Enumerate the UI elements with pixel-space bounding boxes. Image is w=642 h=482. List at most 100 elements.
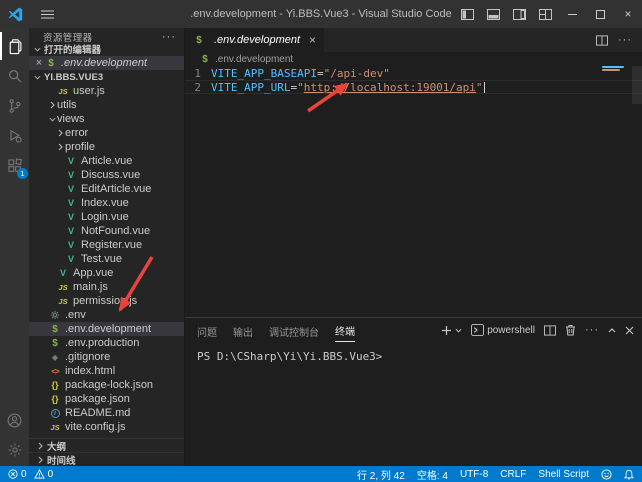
panel-tab[interactable]: 调试控制台 [269,319,319,342]
status-item[interactable]: UTF-8 [460,469,488,480]
open-editor-item[interactable]: × $ .env.development [29,56,184,70]
split-editor-icon[interactable] [596,35,608,46]
tab-env-development[interactable]: $ .env.development × [185,28,324,52]
tree-item-package.json[interactable]: {}package.json [29,392,184,406]
source-control-icon[interactable] [0,94,29,118]
tree-item-index.vue[interactable]: V Index.vue [29,196,184,210]
account-icon[interactable] [0,408,29,432]
tree-item-label: permission.js [73,295,137,307]
project-root-header[interactable]: YI.BBS.VUE3 [29,70,184,84]
toggle-panel-icon[interactable] [480,0,506,28]
tree-item-.gitignore[interactable]: ◆ .gitignore [29,350,184,364]
tree-item-discuss.vue[interactable]: VDiscuss.vue [29,168,184,182]
explorer-icon[interactable] [0,34,29,58]
tree-item-.env[interactable]: .env [29,308,184,322]
panel-tab[interactable]: 输出 [233,319,253,342]
code-line-1[interactable]: 1VITE_APP_BASEAPI="/api-dev" [185,66,642,80]
tree-item-label: Index.vue [81,197,129,209]
vue-file-icon: V [65,184,77,194]
chevron-right-icon [55,143,65,151]
tree-item-test.vue[interactable]: VTest.vue [29,252,184,266]
maximize-panel-icon[interactable] [608,328,616,333]
menu-hamburger-icon[interactable] [30,10,64,19]
title-bar: .env.development - Yi.BBS.Vue3 - Visual … [0,0,642,28]
tree-item-register.vue[interactable]: VRegister.vue [29,238,184,252]
tree-item-readme.md[interactable]: iREADME.md [29,406,184,420]
notifications-bell-icon[interactable] [624,469,634,480]
panel-tab[interactable]: 问题 [197,319,217,342]
tree-item-label: .gitignore [65,351,110,363]
tree-item-main.js[interactable]: JSmain.js [29,280,184,294]
tree-item-app.vue[interactable]: VApp.vue [29,266,184,280]
breadcrumb[interactable]: $ .env.development [185,52,642,66]
tree-item-login.vue[interactable]: VLogin.vue [29,210,184,224]
tree-item-.env.production[interactable]: $.env.production [29,336,184,350]
tree-item-permission.js[interactable]: JSpermission.js [29,294,184,308]
close-editor-icon[interactable]: × [33,57,45,69]
minimize-button[interactable] [558,0,586,28]
tree-item-vite.config.js[interactable]: JSvite.config.js [29,420,184,434]
text-cursor [484,82,485,93]
status-item[interactable]: CRLF [500,469,526,480]
tree-item-profile[interactable]: profile [29,140,184,154]
status-bar: 0 0 行 2, 列 42 空格: 4 UTF-8 CRLF Shell Script [0,466,642,482]
code-token: " [476,81,483,94]
tree-item-utils[interactable]: utils [29,98,184,112]
close-panel-icon[interactable] [625,326,634,335]
tree-item-.env.development[interactable]: $.env.development [29,322,184,336]
close-button[interactable]: × [614,0,642,28]
tree-item-user.js[interactable]: JSuser.js [29,84,184,98]
json-file-icon: {} [49,380,61,390]
tree-item-editarticle.vue[interactable]: V EditArticle.vue [29,182,184,196]
terminal-output[interactable]: PS D:\CSharp\Yi\Yi.BBS.Vue3> [185,342,642,466]
extensions-icon[interactable]: 1 [0,154,29,178]
shellscript-icon: $ [45,58,57,69]
tree-item-views[interactable]: views [29,112,184,126]
tab-close-icon[interactable]: × [309,33,316,47]
timeline-section-header[interactable]: 时间线 [29,452,184,466]
terminal-shell-icon[interactable]: powershell [471,324,535,336]
vue-file-icon: V [65,198,77,208]
open-editors-header[interactable]: 打开的编辑器 [29,42,184,56]
chevron-right-icon [35,442,45,450]
shellscript-icon: $ [49,324,61,335]
sidebar-title-row: 资源管理器 ··· [29,28,184,42]
maximize-button[interactable] [586,0,614,28]
kill-terminal-trash-icon[interactable] [565,324,576,336]
new-terminal-icon[interactable] [441,325,462,336]
outline-section-header[interactable]: 大纲 [29,438,184,452]
tree-item-index.html[interactable]: <>index.html [29,364,184,378]
code-editor[interactable]: 1VITE_APP_BASEAPI="/api-dev"2VITE_APP_UR… [185,66,642,317]
code-line-2[interactable]: 2VITE_APP_URL="http://localhost:19001/ap… [185,80,642,94]
settings-gear-icon[interactable] [0,438,29,462]
feedback-smiley-icon[interactable] [601,469,612,480]
status-item[interactable]: Shell Script [538,469,589,480]
toggle-secondary-sidebar-icon[interactable] [506,0,532,28]
toggle-sidebar-icon[interactable] [454,0,480,28]
url-link[interactable]: http://localhost:19001/api [304,81,476,94]
gitignore-icon: ◆ [49,353,61,362]
vue-file-icon: V [65,170,77,180]
tree-item-package-lock.json[interactable]: {}package-lock.json [29,378,184,392]
minimap-mark [602,69,620,71]
editor-more-actions-icon[interactable]: ··· [618,34,632,46]
tree-item-label: error [65,127,88,139]
line-number: 2 [185,81,211,94]
tree-item-article.vue[interactable]: VArticle.vue [29,154,184,168]
sidebar-more-actions-icon[interactable]: ··· [162,31,176,43]
customize-layout-icon[interactable] [532,0,558,28]
problems-status[interactable]: 0 0 [8,469,53,480]
run-debug-icon[interactable] [0,124,29,148]
panel-more-actions-icon[interactable]: ··· [585,324,599,336]
status-item[interactable]: 行 2, 列 42 [357,467,405,482]
tree-item-error[interactable]: error [29,126,184,140]
search-icon[interactable] [0,64,29,88]
tree-item-label: profile [65,141,95,153]
tree-item-notfound.vue[interactable]: VNotFound.vue [29,224,184,238]
split-terminal-icon[interactable] [544,325,556,336]
code-token: VITE_APP_URL [211,81,290,94]
panel-tab[interactable]: 终端 [335,318,355,342]
minimap-slider[interactable] [632,66,642,104]
status-item[interactable]: 空格: 4 [417,467,448,482]
tree-item-label: EditArticle.vue [81,183,151,195]
